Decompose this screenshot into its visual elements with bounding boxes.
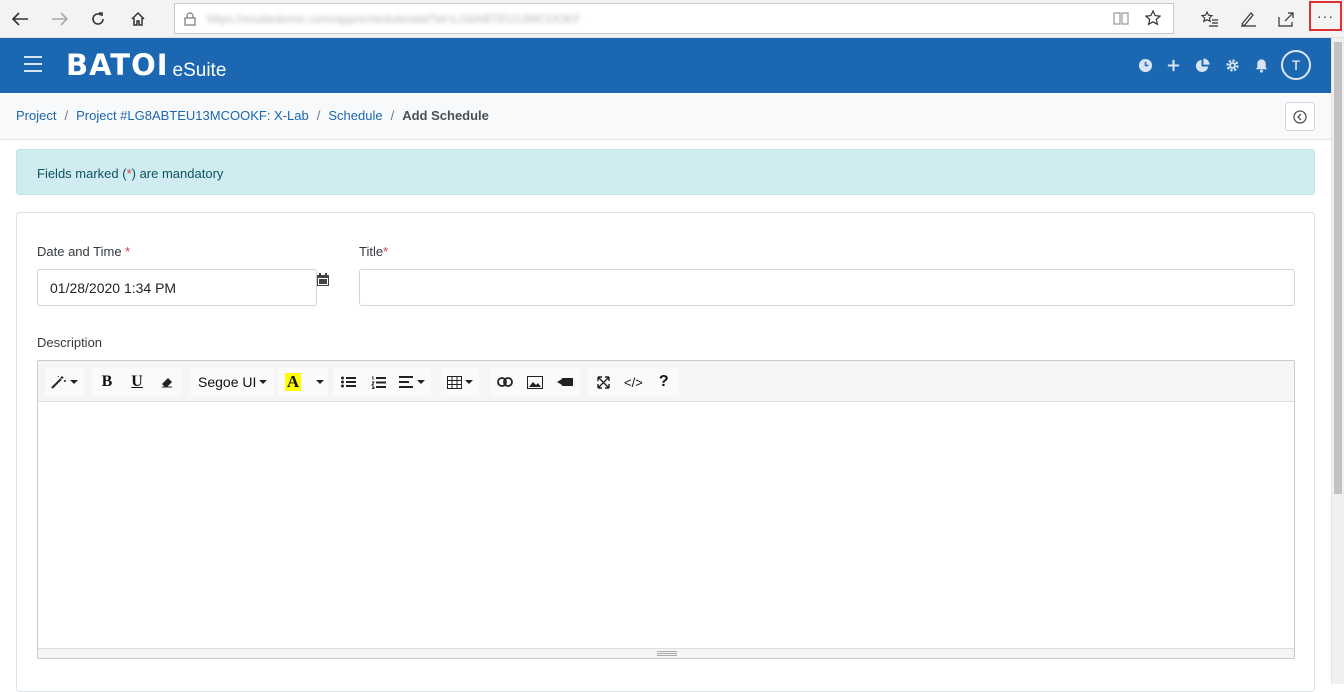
- video-icon[interactable]: [550, 368, 580, 396]
- breadcrumb-schedule[interactable]: Schedule: [328, 108, 382, 123]
- editor-resize-handle[interactable]: [38, 648, 1294, 658]
- link-icon[interactable]: [490, 368, 520, 396]
- refresh-icon[interactable]: [84, 5, 112, 33]
- gear-icon[interactable]: [1225, 58, 1241, 74]
- url-text: https://esuitedemo.com/app/schedule/add?…: [207, 12, 581, 26]
- share-icon[interactable]: [1272, 5, 1300, 33]
- description-label: Description: [37, 335, 103, 350]
- clock-icon[interactable]: [1138, 58, 1154, 74]
- pie-chart-icon[interactable]: [1195, 58, 1211, 74]
- bell-icon[interactable]: [1254, 58, 1270, 74]
- back-arrow-icon[interactable]: [6, 5, 34, 33]
- home-icon[interactable]: [124, 5, 152, 33]
- date-time-label: Date and Time *: [37, 244, 131, 259]
- hamburger-menu-icon[interactable]: [24, 56, 42, 72]
- paragraph-align-icon[interactable]: [393, 368, 431, 396]
- table-icon[interactable]: [441, 368, 479, 396]
- add-icon[interactable]: [1166, 58, 1182, 74]
- more-dots-icon[interactable]: ···: [1309, 1, 1342, 31]
- color-dropdown-caret[interactable]: [308, 368, 328, 396]
- favorite-star-icon[interactable]: [1145, 10, 1161, 26]
- pen-icon[interactable]: [1234, 5, 1262, 33]
- eraser-icon[interactable]: [152, 368, 182, 396]
- fullscreen-icon[interactable]: [588, 368, 618, 396]
- browser-toolbar: https://esuitedemo.com/app/schedule/add?…: [0, 0, 1344, 38]
- batoi-logo[interactable]: BATOI eSuite: [66, 50, 226, 81]
- user-avatar[interactable]: T: [1281, 50, 1311, 80]
- breadcrumb-project-detail[interactable]: Project #LG8ABTEU13MCOOKF: X-Lab: [76, 108, 309, 123]
- bold-button[interactable]: B: [92, 368, 122, 396]
- page-scrollbar[interactable]: [1331, 38, 1344, 684]
- breadcrumb: Project / Project #LG8ABTEU13MCOOKF: X-L…: [16, 108, 489, 123]
- breadcrumb-project[interactable]: Project: [16, 108, 56, 123]
- code-view-button[interactable]: </>: [618, 368, 649, 396]
- editor-toolbar: B U Segoe UI A </> ?: [38, 361, 1294, 402]
- magic-wand-icon[interactable]: [45, 368, 84, 396]
- breadcrumb-bar: Project / Project #LG8ABTEU13MCOOKF: X-L…: [0, 93, 1331, 140]
- favorites-list-icon[interactable]: [1196, 5, 1224, 33]
- help-button[interactable]: ?: [648, 368, 679, 396]
- underline-button[interactable]: U: [122, 368, 152, 396]
- forward-arrow-icon[interactable]: [46, 5, 74, 33]
- calendar-icon[interactable]: [317, 273, 329, 286]
- reading-view-icon[interactable]: [1113, 11, 1129, 25]
- ordered-list-icon[interactable]: [363, 368, 393, 396]
- breadcrumb-add-schedule: Add Schedule: [402, 108, 489, 123]
- app-header: BATOI eSuite T: [0, 38, 1331, 93]
- description-editor: B U Segoe UI A </> ?: [37, 360, 1295, 659]
- date-time-input[interactable]: [37, 269, 317, 306]
- back-button[interactable]: [1285, 102, 1315, 131]
- title-label: Title*: [359, 244, 389, 259]
- mandatory-fields-alert: Fields marked (*) are mandatory: [16, 149, 1315, 195]
- unordered-list-icon[interactable]: [333, 368, 363, 396]
- image-icon[interactable]: [520, 368, 550, 396]
- font-family-dropdown[interactable]: Segoe UI: [190, 368, 276, 396]
- editor-content-area[interactable]: [38, 402, 1294, 649]
- lock-icon: [184, 12, 196, 26]
- scrollbar-thumb[interactable]: [1334, 42, 1342, 494]
- address-bar[interactable]: https://esuitedemo.com/app/schedule/add?…: [174, 3, 1174, 34]
- highlight-color-button[interactable]: A: [278, 368, 308, 396]
- back-circle-icon: [1293, 109, 1307, 124]
- title-input[interactable]: [359, 269, 1295, 306]
